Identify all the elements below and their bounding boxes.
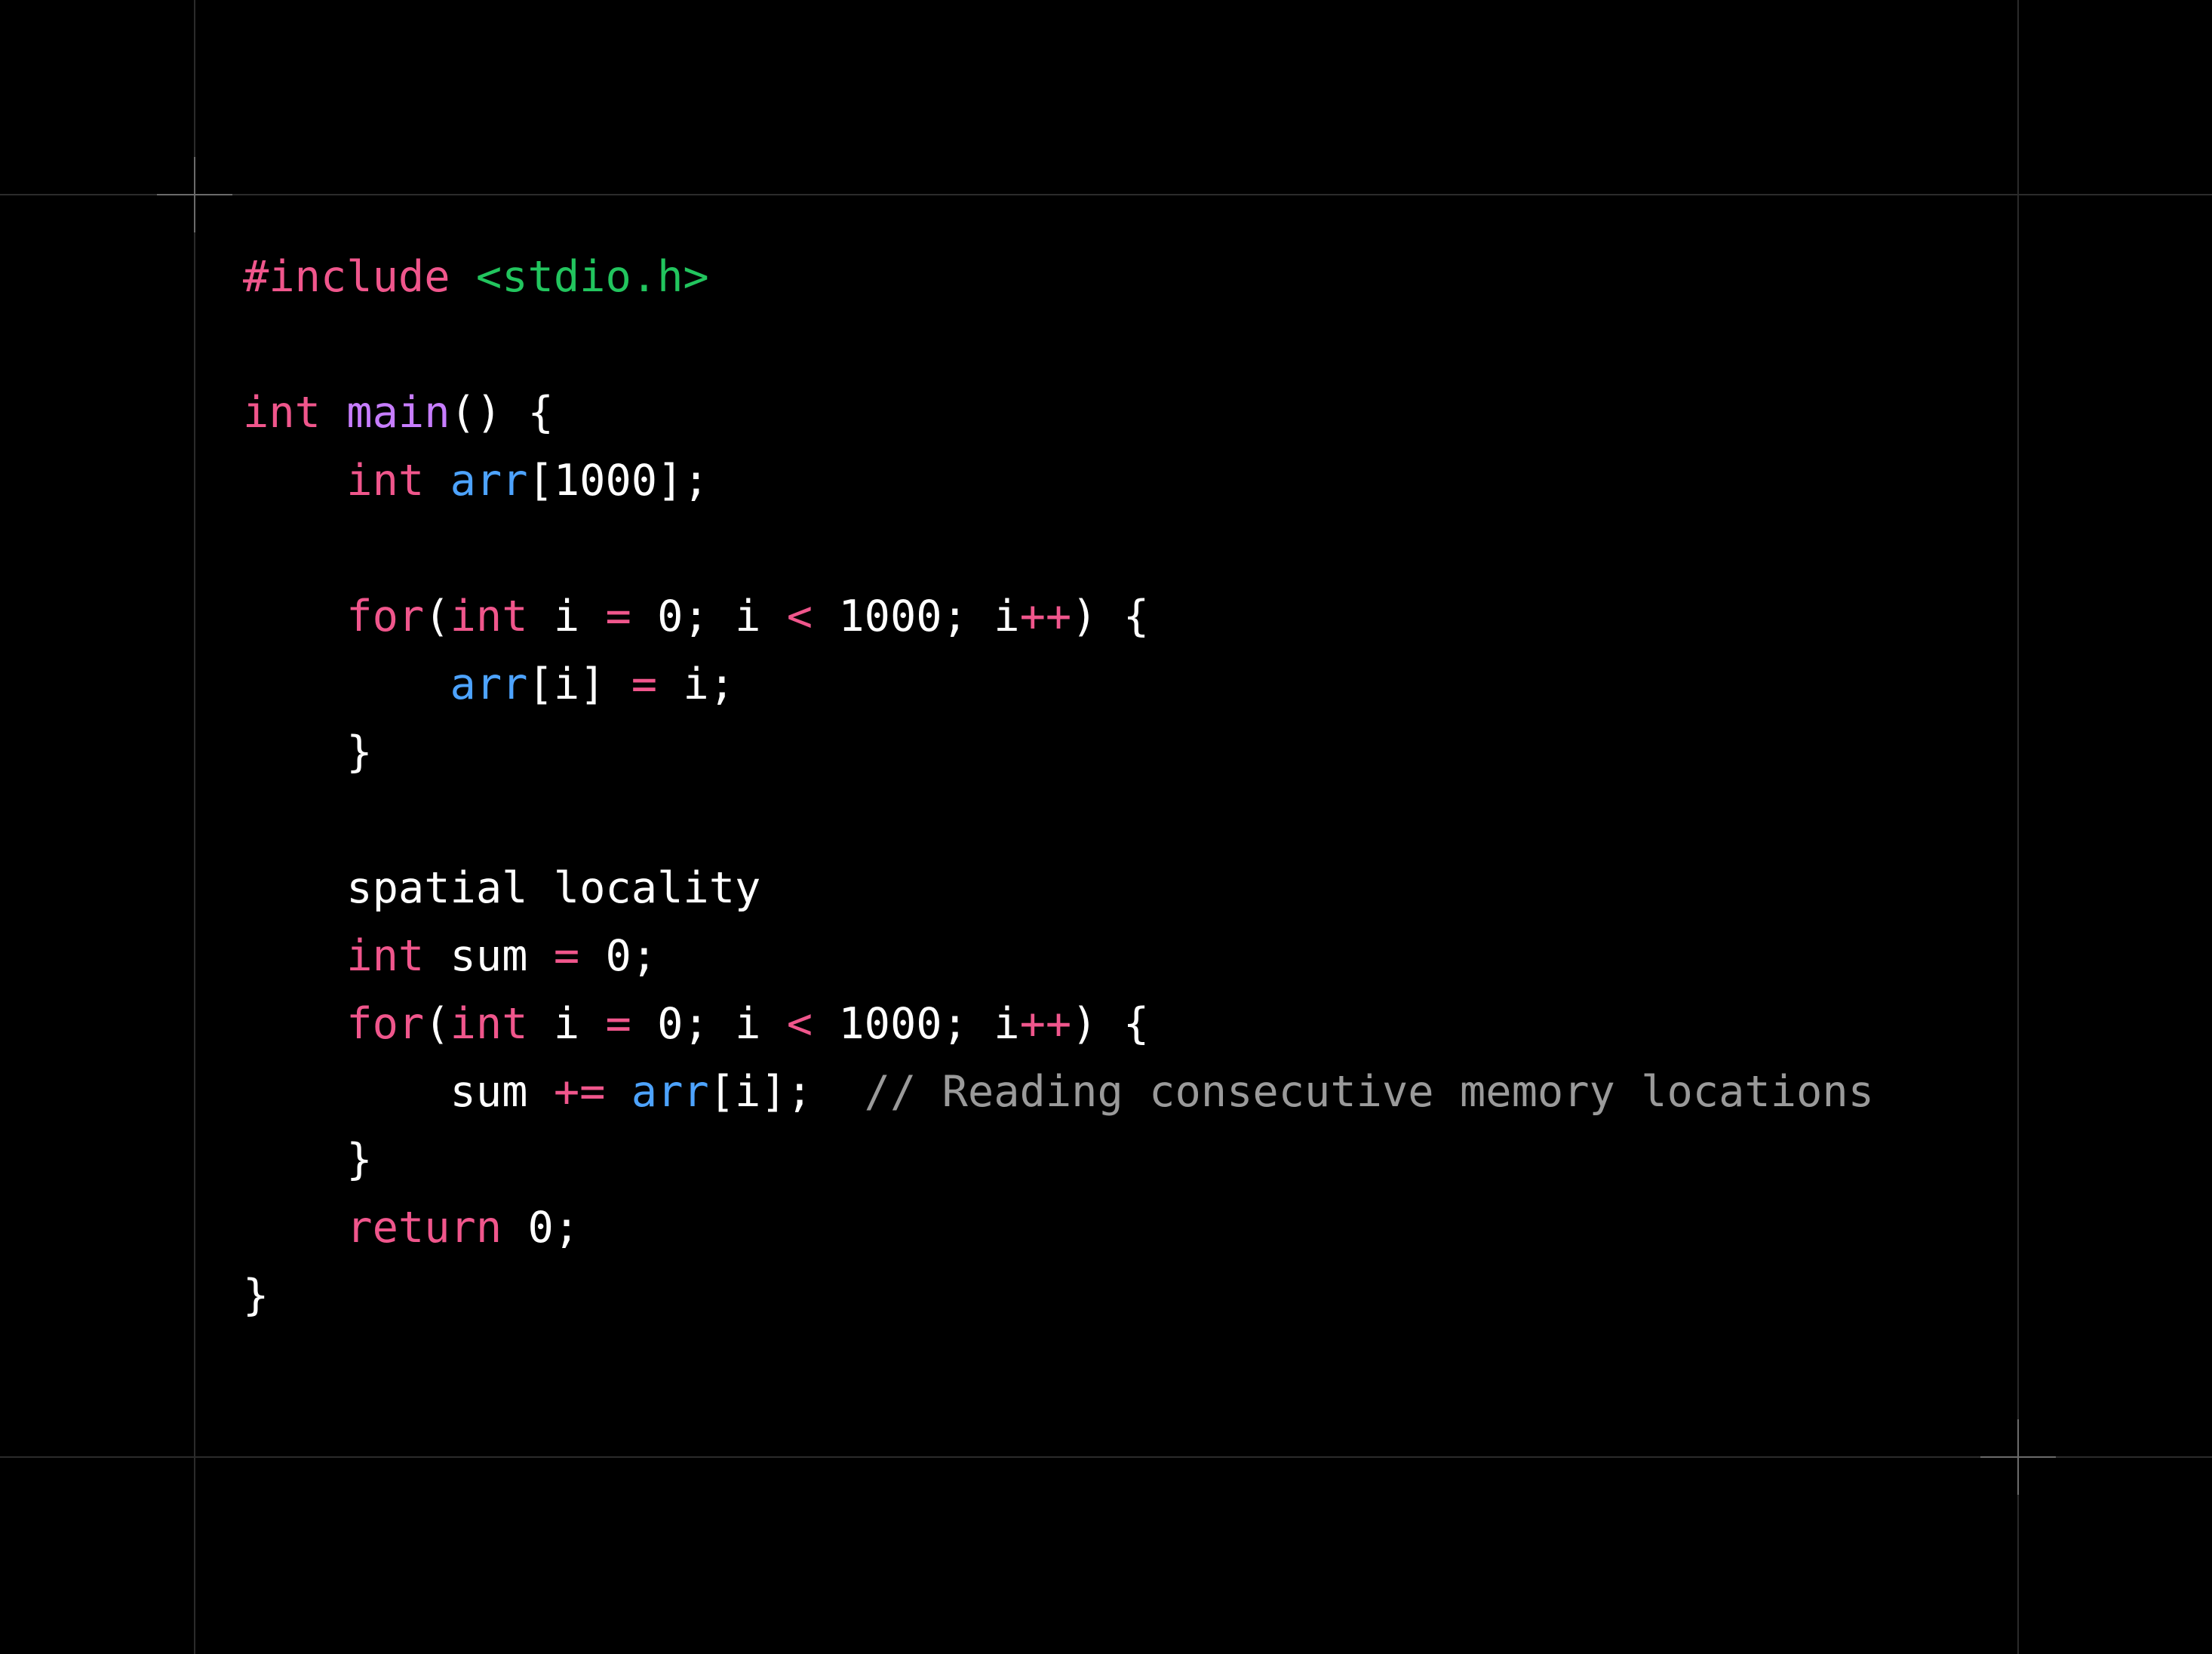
code-block: #include <stdio.h> int main() { int arr[… — [243, 243, 1874, 1330]
code-token-keyword: += — [553, 1067, 606, 1117]
code-token-default: 1000; i — [813, 592, 1020, 641]
code-token-default: i — [527, 592, 606, 641]
code-line: arr[i] = i; — [243, 650, 1874, 718]
code-token-keyword: return — [346, 1203, 502, 1253]
code-token-keyword: = — [605, 999, 631, 1049]
code-token-string: <stdio.h> — [475, 252, 709, 302]
code-line: for(int i = 0; i < 1000; i++) { — [243, 583, 1874, 650]
code-token-variable: arr — [450, 456, 528, 506]
code-token-default: ) { — [1071, 592, 1150, 641]
code-token-default — [243, 456, 346, 506]
code-line: for(int i = 0; i < 1000; i++) { — [243, 990, 1874, 1058]
code-token-default — [243, 592, 346, 641]
grid-line-left — [194, 0, 195, 1654]
code-token-default: ) { — [1071, 999, 1150, 1049]
code-token-keyword: < — [786, 999, 813, 1049]
code-token-default — [243, 999, 346, 1049]
code-token-keyword: for — [346, 999, 425, 1049]
code-token-keyword: = — [553, 931, 580, 981]
code-line: return 0; — [243, 1194, 1874, 1262]
code-token-default: ( — [424, 999, 450, 1049]
code-token-keyword: ++ — [1019, 592, 1072, 641]
code-line: int arr[1000]; — [243, 447, 1874, 515]
code-token-comment: // Reading consecutive memory locations — [864, 1067, 1874, 1117]
code-token-keyword: int — [243, 388, 321, 438]
code-line: } — [243, 718, 1874, 786]
code-token-default: sum — [243, 1067, 554, 1117]
code-token-default: [i]; — [708, 1067, 865, 1117]
code-token-default: [i] — [527, 659, 631, 709]
code-token-keyword: < — [786, 592, 813, 641]
code-token-default: i; — [657, 659, 736, 709]
code-token-keyword: int — [346, 456, 425, 506]
crosshair-top-left-icon — [157, 157, 232, 232]
code-token-keyword: int — [346, 931, 425, 981]
code-token-keyword: = — [631, 659, 658, 709]
code-token-default: ( — [424, 592, 450, 641]
code-token-keyword: for — [346, 592, 425, 641]
grid-line-right — [2017, 0, 2019, 1654]
code-token-default: 0; i — [631, 999, 787, 1049]
code-token-default — [605, 1067, 631, 1117]
code-token-keyword: ++ — [1019, 999, 1072, 1049]
grid-line-bottom — [0, 1456, 2212, 1458]
code-token-keyword: = — [605, 592, 631, 641]
code-line: } — [243, 1126, 1874, 1194]
code-token-default: 0; — [502, 1203, 580, 1253]
code-token-default: () { — [450, 388, 554, 438]
code-token-default: sum — [424, 931, 554, 981]
code-token-keyword: int — [450, 999, 528, 1049]
code-line: int sum = 0; — [243, 922, 1874, 990]
code-token-default — [321, 388, 346, 438]
code-token-default — [243, 659, 450, 709]
crosshair-bottom-right-icon — [1980, 1419, 2056, 1495]
code-token-default: spatial locality — [243, 863, 761, 913]
code-token-function: main — [346, 388, 450, 438]
code-token-default — [424, 456, 450, 506]
code-token-variable: arr — [450, 659, 528, 709]
code-token-default: } — [243, 1135, 373, 1185]
code-token-default: 0; — [579, 931, 658, 981]
code-token-default: } — [243, 727, 373, 777]
code-line: int main() { — [243, 379, 1874, 447]
code-token-default: 0; i — [631, 592, 787, 641]
code-line: sum += arr[i]; // Reading consecutive me… — [243, 1058, 1874, 1126]
code-token-default — [243, 931, 346, 981]
code-token-default: } — [243, 1271, 269, 1320]
code-token-variable: arr — [631, 1067, 709, 1117]
code-token-default — [243, 1203, 346, 1253]
code-line: } — [243, 1262, 1874, 1330]
code-token-default: 1000; i — [813, 999, 1020, 1049]
code-token-default — [450, 252, 476, 302]
grid-line-top — [0, 194, 2212, 195]
code-token-keyword: #include — [243, 252, 450, 302]
code-token-default: i — [527, 999, 606, 1049]
code-token-default: [1000]; — [527, 456, 709, 506]
code-token-keyword: int — [450, 592, 528, 641]
code-line: #include <stdio.h> — [243, 243, 1874, 311]
code-line: spatial locality — [243, 854, 1874, 922]
